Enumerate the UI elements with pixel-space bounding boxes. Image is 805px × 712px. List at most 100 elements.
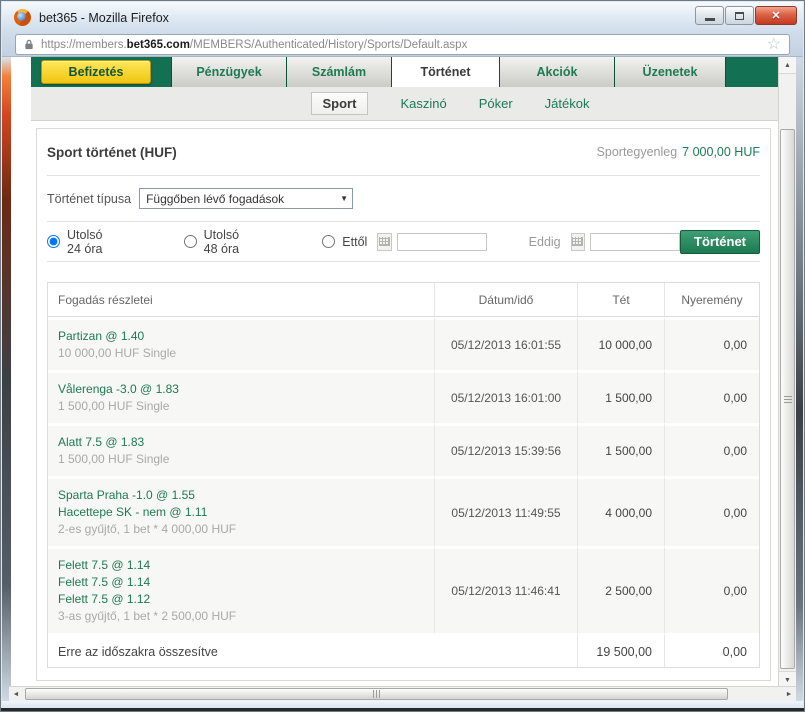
browser-viewport: Befizetés Pénzügyek Számlám Történet Akc… <box>11 57 780 688</box>
history-type-label: Történet típusa <box>47 191 132 206</box>
horizontal-scrollbar-thumb[interactable] <box>25 688 728 700</box>
nav-tab-uzenetek[interactable]: Üzenetek <box>614 57 726 87</box>
title-bar: bet365 - Mozilla Firefox ✕ <box>2 2 803 33</box>
bet-details: 3-as gyűjtő, 1 bet * 2 500,00 HUF <box>58 609 237 623</box>
select-dropdown-icon: ▼ <box>340 194 349 203</box>
sport-balance: Sportegyenleg 7 000,00 HUF <box>596 145 760 159</box>
header-datetime: Dátum/idő <box>434 283 577 317</box>
history-submit-button[interactable]: Történet <box>680 229 760 254</box>
window-right-border <box>795 57 803 701</box>
content-area: Sport történet (HUF) Sportegyenleg 7 000,… <box>31 121 779 681</box>
bet-selection: Vålerenga -3.0 @ 1.83 <box>58 382 179 396</box>
bet-selection: Felett 7.5 @ 1.14 <box>58 558 151 572</box>
history-type-select[interactable]: Függőben lévő fogadások ▼ <box>139 188 354 209</box>
table-footer-row: Erre az időszakra összesítve 19 500,00 0… <box>48 633 759 667</box>
scrollbar-grip <box>372 690 381 698</box>
bet-details: 10 000,00 HUF Single <box>58 346 177 360</box>
sub-nav: Sport Kaszinó Póker Játékok <box>31 87 779 121</box>
calendar-icon <box>378 237 390 246</box>
window-bottom-border <box>1 708 804 711</box>
bet-returns: 0,00 <box>664 476 759 546</box>
period-48h-option: Utolsó 48 óra <box>183 228 253 256</box>
footer-stake: 19 500,00 <box>577 633 664 667</box>
bet-history-table: Fogadás részletei Dátum/idő Tét Nyeremén… <box>47 282 760 668</box>
page-title: Sport történet (HUF) <box>47 144 177 160</box>
header-stake: Tét <box>577 283 664 317</box>
bet-returns: 0,00 <box>664 370 759 423</box>
firefox-icon <box>14 9 31 26</box>
to-calendar-button[interactable] <box>570 232 585 251</box>
bet-selection: Felett 7.5 @ 1.14 <box>58 575 151 589</box>
subtab-sport[interactable]: Sport <box>310 92 369 115</box>
bet-datetime: 05/12/2013 16:01:00 <box>434 370 577 423</box>
bet-stake: 2 500,00 <box>577 546 664 633</box>
bet-stake: 4 000,00 <box>577 476 664 546</box>
vertical-scrollbar-thumb[interactable] <box>780 129 795 669</box>
window-title: bet365 - Mozilla Firefox <box>39 10 169 25</box>
from-label[interactable]: Ettől <box>342 235 367 249</box>
bet-selection: Sparta Praha -1.0 @ 1.55 <box>58 488 195 502</box>
radio-48h-label[interactable]: Utolsó 48 óra <box>204 228 253 256</box>
url-text: https://members.bet365.com/MEMBERS/Authe… <box>41 38 468 51</box>
scroll-left-arrow-icon[interactable]: ◄ <box>9 687 23 701</box>
restore-button[interactable] <box>725 6 754 25</box>
calendar-icon <box>572 237 584 246</box>
subtab-jatekok[interactable]: Játékok <box>545 96 590 111</box>
history-panel: Sport történet (HUF) Sportegyenleg 7 000,… <box>36 128 771 681</box>
to-date-input[interactable] <box>590 232 680 251</box>
bet-details: 1 500,00 HUF Single <box>58 452 170 466</box>
vertical-scrollbar[interactable]: ▲ ▼ <box>778 57 796 688</box>
minimize-button[interactable] <box>695 6 724 25</box>
horizontal-scrollbar[interactable]: ◄ ► <box>9 686 796 701</box>
main-nav: Befizetés Pénzügyek Számlám Történet Akc… <box>31 57 779 87</box>
subtab-poker[interactable]: Póker <box>479 96 513 111</box>
bookmark-star-icon[interactable]: ☆ <box>767 36 781 53</box>
bet-datetime: 05/12/2013 11:46:41 <box>434 546 577 633</box>
bet-table-body: Partizan @ 1.40 10 000,00 HUF Single 05/12… <box>48 317 759 633</box>
scrollbar-grip <box>783 395 792 403</box>
radio-24h-label[interactable]: Utolsó 24 óra <box>67 228 116 256</box>
bet-stake: 1 500,00 <box>577 370 664 423</box>
lock-icon <box>25 39 33 50</box>
header-returns: Nyeremény <box>664 283 759 317</box>
bet-selection: Hacettepe SK - nem @ 1.11 <box>58 505 208 519</box>
bet-details: 2-es gyűjtő, 1 bet * 4 000,00 HUF <box>58 522 237 536</box>
table-row: Felett 7.5 @ 1.14 Felett 7.5 @ 1.14 Felett… <box>48 546 759 633</box>
bet-datetime: 05/12/2013 15:39:56 <box>434 423 577 476</box>
balance-value: 7 000,00 HUF <box>682 145 760 159</box>
from-date-input[interactable] <box>396 232 487 251</box>
header-bet-details: Fogadás részletei <box>48 283 434 317</box>
footer-label: Erre az időszakra összesítve <box>48 633 577 667</box>
footer-returns: 0,00 <box>664 633 759 667</box>
nav-tab-tortenet[interactable]: Történet <box>391 57 499 87</box>
radio-48h[interactable] <box>183 235 197 248</box>
status-bar <box>2 701 803 708</box>
minimize-icon <box>704 18 715 21</box>
bet-details: 1 500,00 HUF Single <box>58 399 170 413</box>
scroll-up-arrow-icon[interactable]: ▲ <box>779 57 796 74</box>
from-calendar-button[interactable] <box>377 232 392 251</box>
bet-stake: 10 000,00 <box>577 317 664 370</box>
bet-stake: 1 500,00 <box>577 423 664 476</box>
bet-returns: 0,00 <box>664 546 759 633</box>
nav-tab-szamlam[interactable]: Számlám <box>286 57 391 87</box>
url-bar[interactable]: https://members.bet365.com/MEMBERS/Authe… <box>15 34 790 55</box>
radio-24h[interactable] <box>47 235 60 248</box>
nav-tab-penzugyek[interactable]: Pénzügyek <box>171 57 286 87</box>
to-label: Eddig <box>528 234 561 249</box>
restore-icon <box>735 11 744 20</box>
close-button[interactable]: ✕ <box>755 6 797 25</box>
scroll-right-arrow-icon[interactable]: ► <box>782 687 796 701</box>
close-icon: ✕ <box>771 10 781 22</box>
bet-datetime: 05/12/2013 16:01:55 <box>434 317 577 370</box>
table-row: Alatt 7.5 @ 1.83 1 500,00 HUF Single 05/12… <box>48 423 759 476</box>
table-row: Partizan @ 1.40 10 000,00 HUF Single 05/12… <box>48 317 759 370</box>
subtab-kaszino[interactable]: Kaszinó <box>400 96 446 111</box>
table-row: Sparta Praha -1.0 @ 1.55 Hacettepe SK - n… <box>48 476 759 546</box>
nav-tab-akciok[interactable]: Akciók <box>499 57 614 87</box>
nav-tab-befizetes[interactable]: Befizetés <box>41 60 151 84</box>
bet365-page: Befizetés Pénzügyek Számlám Történet Akc… <box>31 57 779 681</box>
radio-date-range[interactable] <box>322 235 336 248</box>
period-range-option: Ettől <box>322 235 367 249</box>
period-24h-option: Utolsó 24 óra <box>47 228 116 256</box>
